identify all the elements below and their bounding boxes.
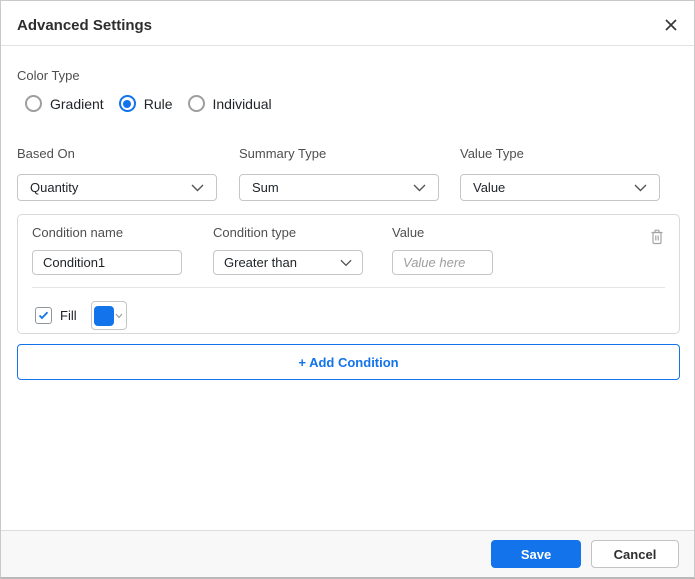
cancel-button[interactable]: Cancel [591, 540, 679, 568]
divider [32, 287, 665, 288]
summary-type-label: Summary Type [239, 146, 327, 161]
radio-rule-circle [118, 95, 136, 112]
radio-rule[interactable]: Rule [118, 95, 173, 112]
fill-color-picker[interactable] [90, 301, 127, 330]
fill-color-swatch [94, 305, 115, 326]
value-type-label: Value Type [460, 146, 524, 161]
chevron-down-icon [634, 184, 647, 192]
condition-value-label: Value [392, 225, 425, 240]
color-type-radio-group: Gradient Rule Individual [25, 95, 272, 112]
summary-type-field: Summary Type Sum [239, 146, 439, 201]
save-button[interactable]: Save [491, 540, 581, 568]
chevron-down-icon [340, 259, 352, 267]
dialog-title: Advanced Settings [17, 17, 153, 34]
condition-type-value: Greater than [224, 255, 297, 270]
close-icon[interactable] [660, 14, 682, 36]
color-type-label: Color Type [17, 68, 80, 83]
dialog-footer: Save Cancel [1, 530, 694, 577]
add-condition-button[interactable]: + Add Condition [17, 344, 680, 380]
fill-label: Fill [60, 308, 77, 323]
value-type-select[interactable]: Value [460, 174, 660, 201]
chevron-down-icon [191, 184, 204, 192]
radio-gradient-label: Gradient [50, 95, 104, 112]
radio-individual[interactable]: Individual [187, 95, 272, 112]
fill-row: Fill [35, 301, 127, 330]
summary-type-select[interactable]: Sum [239, 174, 439, 201]
radio-gradient[interactable]: Gradient [25, 95, 104, 112]
condition-name-input[interactable] [32, 250, 182, 275]
chevron-down-icon [413, 184, 426, 192]
value-type-value: Value [473, 180, 506, 195]
condition-type-label: Condition type [213, 225, 297, 240]
dialog-header: Advanced Settings [1, 1, 694, 46]
based-on-field: Based On Quantity [17, 146, 217, 201]
condition-type-select[interactable]: Greater than [213, 250, 363, 275]
based-on-label: Based On [17, 146, 75, 161]
based-on-select[interactable]: Quantity [17, 174, 217, 201]
fill-checkbox[interactable] [35, 307, 52, 324]
radio-individual-circle [187, 95, 205, 112]
advanced-settings-dialog: Advanced Settings Color Type Gradient Ru… [0, 0, 695, 579]
condition-panel: Condition name Condition type Value Grea… [17, 214, 680, 334]
radio-gradient-circle [25, 95, 42, 112]
radio-individual-label: Individual [212, 95, 272, 112]
summary-type-value: Sum [252, 180, 279, 195]
based-on-value: Quantity [30, 180, 79, 195]
value-type-field: Value Type Value [460, 146, 660, 201]
condition-name-label: Condition name [32, 225, 124, 240]
condition-value-input[interactable] [392, 250, 493, 275]
chevron-down-icon [115, 313, 123, 318]
radio-rule-label: Rule [143, 95, 173, 112]
delete-condition-icon[interactable] [647, 227, 667, 247]
